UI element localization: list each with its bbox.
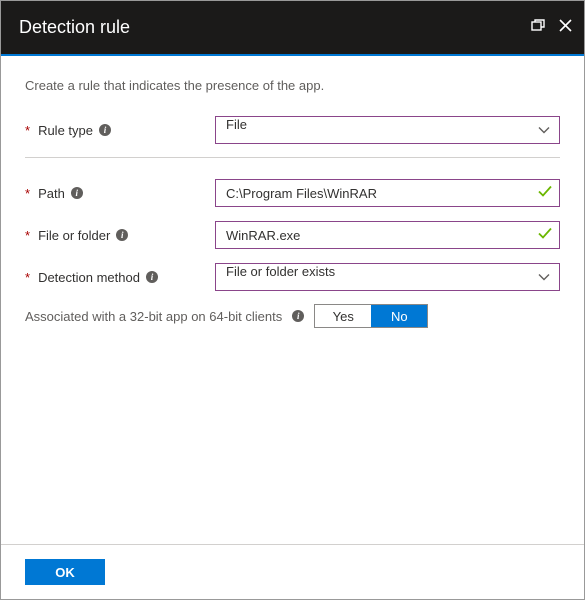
associated-label: Associated with a 32-bit app on 64-bit c… [25,309,282,324]
label-path: * Path i [25,186,215,201]
rule-type-label-text: Rule type [38,123,93,138]
associated-yes-button[interactable]: Yes [315,305,371,327]
close-icon[interactable] [559,19,572,32]
file-or-folder-label-text: File or folder [38,228,110,243]
window-title: Detection rule [19,17,130,38]
titlebar: Detection rule [1,1,584,56]
required-marker: * [25,123,30,138]
label-file-or-folder: * File or folder i [25,228,215,243]
intro-text: Create a rule that indicates the presenc… [25,78,560,93]
content-area: Create a rule that indicates the presenc… [1,56,584,544]
info-icon[interactable]: i [146,271,158,283]
required-marker: * [25,270,30,285]
window-controls [531,19,572,32]
file-or-folder-input[interactable] [215,221,560,249]
detection-rule-panel: Detection rule Create a rule that indica… [0,0,585,600]
detection-method-select[interactable]: File or folder exists [215,263,560,291]
required-marker: * [25,186,30,201]
rule-type-select[interactable]: File [215,116,560,144]
row-file-or-folder: * File or folder i [25,220,560,250]
row-rule-type: * Rule type i File [25,115,560,145]
path-input[interactable] [215,179,560,207]
ok-button[interactable]: OK [25,559,105,585]
divider [25,157,560,158]
row-path: * Path i [25,178,560,208]
check-icon [538,228,552,243]
required-marker: * [25,228,30,243]
info-icon[interactable]: i [99,124,111,136]
info-icon[interactable]: i [116,229,128,241]
footer: OK [1,544,584,599]
detection-method-value: File or folder exists [226,264,335,279]
path-label-text: Path [38,186,65,201]
info-icon[interactable]: i [71,187,83,199]
label-detection-method: * Detection method i [25,270,215,285]
label-rule-type: * Rule type i [25,123,215,138]
detection-method-label-text: Detection method [38,270,140,285]
restore-icon[interactable] [531,19,545,32]
associated-toggle: Yes No [314,304,428,328]
row-associated-32bit: Associated with a 32-bit app on 64-bit c… [25,304,560,328]
row-detection-method: * Detection method i File or folder exis… [25,262,560,292]
info-icon[interactable]: i [292,310,304,322]
associated-no-button[interactable]: No [371,305,427,327]
check-icon [538,186,552,201]
rule-type-value: File [226,117,247,132]
